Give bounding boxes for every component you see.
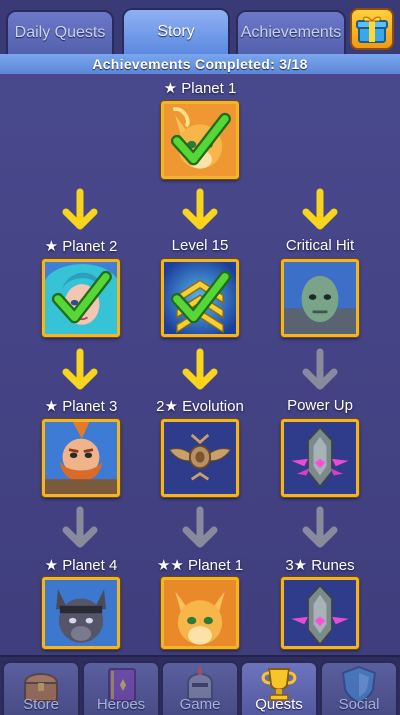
node-label-evolution2: 2★ Evolution — [156, 398, 244, 415]
quest-node-planet1[interactable] — [161, 101, 239, 179]
node-label-critical-hit: Critical Hit — [285, 237, 355, 254]
arrow-down-icon — [62, 188, 98, 230]
nav-label: Social — [338, 696, 380, 713]
gift-button[interactable] — [350, 8, 394, 50]
nav-quests[interactable]: Quests — [240, 661, 318, 715]
tab-achievements[interactable]: Achievements — [236, 10, 346, 54]
completed-check-icon — [170, 270, 231, 324]
bearded-warrior-portrait — [45, 422, 117, 494]
arrow-down-icon — [182, 348, 218, 390]
achievements-progress: Achievements Completed: 3/18 — [0, 54, 400, 74]
quest-node-power-up[interactable] — [281, 419, 359, 497]
fox-hero-portrait — [164, 580, 236, 646]
nav-label: Game — [179, 696, 221, 713]
nav-label: Heroes — [96, 696, 146, 713]
green-alien-portrait — [284, 262, 356, 334]
arrow-down-locked-icon — [302, 506, 338, 548]
nav-label: Quests — [255, 696, 303, 713]
quest-node-runes3[interactable] — [281, 577, 359, 649]
quest-node-planet1-two-star[interactable] — [161, 577, 239, 649]
panther-hero-portrait — [45, 580, 117, 646]
tab-daily-quests[interactable]: Daily Quests — [6, 10, 114, 54]
nav-store[interactable]: Store — [2, 661, 80, 715]
quest-node-planet3[interactable] — [42, 419, 120, 497]
node-label-power-up: Power Up — [287, 397, 353, 414]
nav-social[interactable]: Social — [320, 661, 398, 715]
tab-story[interactable]: Story — [122, 8, 230, 54]
node-label-runes3: 3★ Runes — [285, 557, 355, 574]
bottom-navigation: Store Heroes Game Quests Social — [0, 655, 400, 715]
quest-node-evolution2[interactable] — [161, 419, 239, 497]
quest-tab-bar: Daily Quests Story Achievements — [0, 0, 400, 54]
arrow-down-locked-icon — [302, 348, 338, 390]
rune-gem-portrait — [284, 580, 356, 646]
arrow-down-locked-icon — [182, 506, 218, 548]
arrow-down-icon — [62, 348, 98, 390]
nav-label: Store — [23, 696, 59, 713]
tab-label: Story — [157, 23, 195, 40]
quest-node-level15[interactable] — [161, 259, 239, 337]
arrow-down-locked-icon — [62, 506, 98, 548]
quest-node-critical-hit[interactable] — [281, 259, 359, 337]
quest-node-planet2[interactable] — [42, 259, 120, 337]
tab-label: Daily Quests — [14, 24, 106, 41]
nav-heroes[interactable]: Heroes — [82, 661, 160, 715]
node-label-planet1: ★ Planet 1 — [163, 80, 237, 97]
node-label-level15: Level 15 — [171, 237, 229, 254]
tab-label: Achievements — [240, 24, 342, 41]
quests-screen: Daily Quests Story Achievements Achievem… — [0, 0, 400, 715]
winged-badge-portrait — [164, 422, 236, 494]
gift-box-icon — [356, 16, 388, 43]
arrow-down-icon — [302, 188, 338, 230]
completed-check-icon — [170, 112, 231, 166]
completed-check-icon — [51, 270, 112, 324]
achievements-completed-text: Achievements Completed: 3/18 — [92, 56, 308, 72]
arrow-down-icon — [182, 188, 218, 230]
nav-game[interactable]: Game — [161, 661, 239, 715]
rune-gem-portrait — [284, 422, 356, 494]
quest-node-planet4[interactable] — [42, 577, 120, 649]
node-label-planet1-two-star: ★★ Planet 1 — [156, 557, 244, 574]
